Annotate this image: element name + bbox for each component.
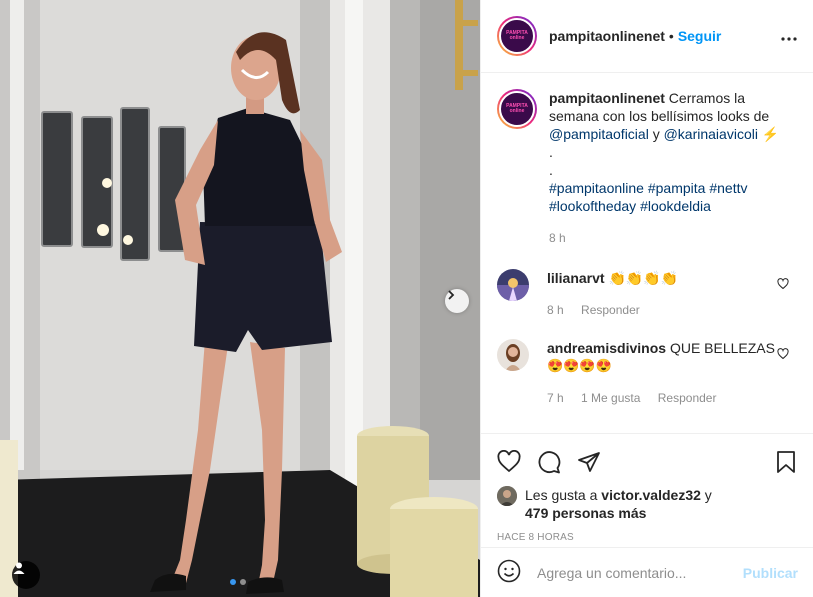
liker-username[interactable]: victor.valdez32 [601, 487, 701, 503]
author-avatar[interactable]: PAMPITA online [497, 16, 537, 56]
commenter-username[interactable]: lilianarvt [547, 270, 605, 286]
caption-dot: . [549, 144, 553, 160]
reply-button[interactable]: Responder [658, 391, 717, 405]
comment-icon [538, 451, 561, 474]
comment-item: andreamisdivinos QUE BELLEZAS 😍😍😍😍 7 h 1… [497, 339, 797, 407]
chevron-right-icon [448, 290, 455, 300]
caption-meta: 8 h [549, 229, 797, 247]
caption-and: y [652, 126, 660, 142]
post-timestamp[interactable]: HACE 8 HORAS [497, 532, 798, 543]
author-username[interactable]: pampitaonlinenet [549, 28, 665, 44]
smiley-icon [497, 559, 521, 583]
user-icon [13, 562, 25, 574]
carousel-dot-active [230, 579, 236, 585]
likes-count-link[interactable]: 479 personas más [525, 505, 646, 521]
carousel-indicator [230, 579, 246, 585]
caption-avatar[interactable]: PAMPITA online [497, 89, 537, 129]
add-comment-bar: Publicar [481, 547, 813, 597]
heart-icon [777, 278, 789, 290]
liker-avatar[interactable] [497, 486, 517, 506]
comment-button[interactable] [537, 450, 561, 474]
action-icons [497, 438, 798, 486]
like-comment-button[interactable] [777, 347, 789, 363]
comment-emojis: 😍😍😍😍 [547, 358, 612, 373]
comment-text: QUE BELLEZAS [669, 340, 775, 356]
comment-likes[interactable]: 1 Me gusta [581, 391, 640, 405]
commenter-avatar[interactable] [497, 269, 529, 301]
likes-joiner: y [704, 487, 712, 503]
mention-link[interactable]: @pampitaoficial [549, 126, 649, 142]
post-actions: Les gusta a victor.valdez32 y 479 person… [481, 433, 813, 543]
reply-button[interactable]: Responder [581, 303, 640, 317]
post-details-panel: PAMPITA online pampitaonlinenet • Seguir… [480, 0, 813, 597]
photo-illustration [0, 0, 480, 597]
separator-dot: • [668, 28, 674, 44]
comments-section: PAMPITA online pampitaonlinenet Cerramos… [481, 73, 813, 433]
comment-text: 👏👏👏👏 [608, 270, 679, 286]
mention-link[interactable]: @karinaiavicoli [664, 126, 758, 142]
post-photo[interactable] [0, 0, 480, 597]
save-button[interactable] [774, 450, 798, 474]
bookmark-icon [777, 451, 795, 473]
emoji-picker-button[interactable] [497, 559, 521, 586]
tagged-users-button[interactable] [12, 561, 40, 589]
comment-item: lilianarvt 👏👏👏👏 8 h Responder [497, 269, 797, 319]
heart-icon [777, 348, 789, 360]
caption: PAMPITA online pampitaonlinenet Cerramos… [497, 89, 797, 247]
commenter-avatar[interactable] [497, 339, 529, 371]
caption-time: 8 h [549, 231, 566, 245]
comment-input[interactable] [537, 564, 743, 581]
avatar-text-bottom: online [509, 35, 525, 41]
like-comment-button[interactable] [777, 277, 789, 293]
more-horizontal-icon [781, 37, 797, 41]
comment-meta: 8 h Responder [547, 301, 797, 319]
caption-dot: . [549, 162, 553, 178]
like-button[interactable] [497, 450, 521, 474]
comment-time: 7 h [547, 391, 564, 405]
hashtags-line[interactable]: #lookoftheday #lookdeldia [549, 197, 797, 215]
carousel-dot [240, 579, 246, 585]
likes-prefix: Les gusta a [525, 487, 598, 503]
commenter-username[interactable]: andreamisdivinos [547, 340, 666, 356]
lightning-emoji: ⚡ [761, 126, 780, 142]
caption-username[interactable]: pampitaonlinenet [549, 90, 665, 106]
publish-button[interactable]: Publicar [743, 565, 798, 581]
follow-button[interactable]: Seguir [678, 28, 722, 44]
hashtags-line[interactable]: #pampitaonline #pampita #nettv [549, 179, 797, 197]
next-slide-button[interactable] [445, 289, 469, 313]
send-icon [578, 452, 600, 472]
comment-meta: 7 h 1 Me gusta Responder [547, 389, 797, 407]
caption-avatar-text-bottom: online [509, 108, 525, 114]
comment-time: 8 h [547, 303, 564, 317]
heart-icon [497, 450, 521, 473]
post-header: PAMPITA online pampitaonlinenet • Seguir [481, 0, 813, 73]
more-options-button[interactable] [781, 28, 797, 44]
likes-summary: Les gusta a victor.valdez32 y 479 person… [497, 486, 798, 522]
share-button[interactable] [577, 450, 601, 474]
